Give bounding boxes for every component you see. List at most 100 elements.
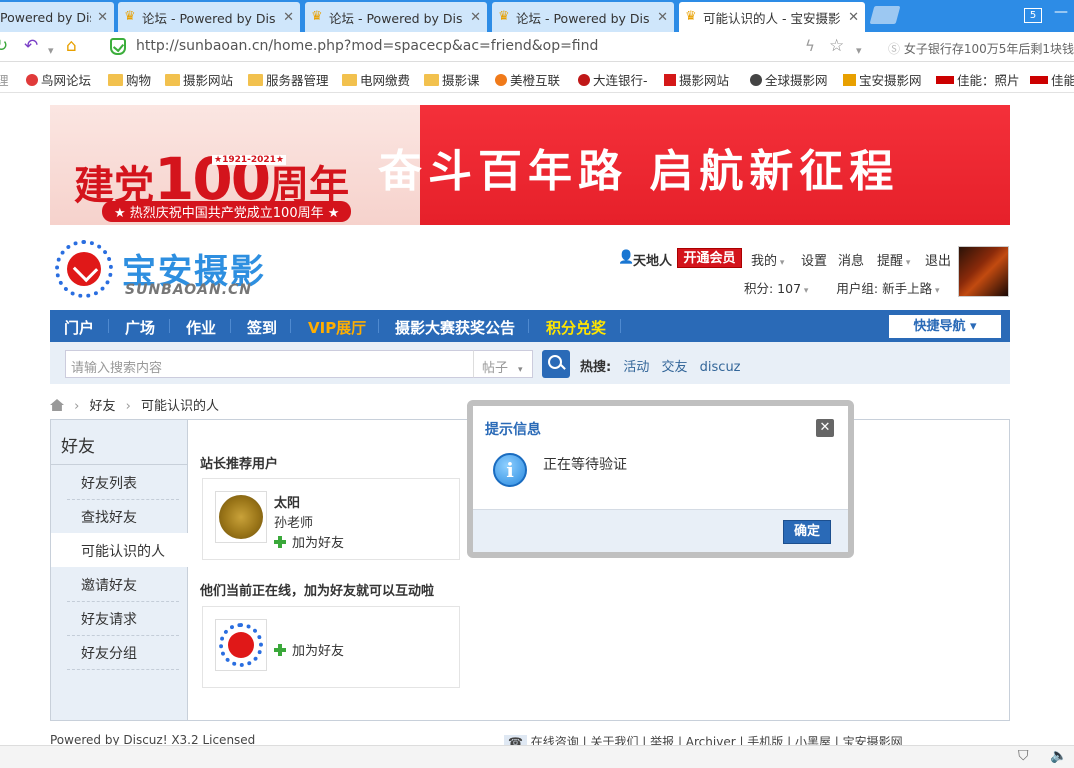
search-engine-icon: Ⓢ: [888, 42, 901, 56]
home-icon[interactable]: ⌂: [66, 36, 77, 56]
close-icon[interactable]: ✕: [657, 10, 668, 25]
nav-vip-gallery[interactable]: VIP展厅: [308, 317, 366, 338]
sidebar-title: 好友: [61, 437, 95, 457]
browser-search-input[interactable]: Ⓢ 女子银行存100万5年后剩1块钱: [888, 36, 1074, 58]
menu-my[interactable]: 我的 ▾: [751, 250, 784, 269]
bookmark-item[interactable]: 购物: [108, 70, 151, 89]
hot-link[interactable]: 交友: [662, 360, 688, 375]
shield-icon[interactable]: ⛉: [1018, 748, 1029, 764]
search-button[interactable]: [542, 350, 570, 378]
menu-messages[interactable]: 消息: [838, 250, 864, 269]
sidebar-item-groups[interactable]: 好友分组: [51, 635, 187, 669]
search-type-select[interactable]: 帖子 ▾: [473, 350, 533, 378]
search-input[interactable]: 请输入搜索内容: [65, 350, 474, 378]
avatar[interactable]: [215, 491, 267, 543]
home-icon[interactable]: [50, 399, 64, 411]
banner-subtitle: ★ 热烈庆祝中国共产党成立100周年 ★: [102, 201, 352, 222]
add-friend-button[interactable]: 加为好友: [274, 532, 344, 551]
vip-button[interactable]: 开通会员: [677, 248, 742, 268]
nav-checkin[interactable]: 签到: [247, 317, 277, 338]
sidebar-item-find-friends[interactable]: 查找好友: [51, 499, 187, 533]
user-stats: 积分: 107 ▾ 用户组: 新手上路 ▾: [744, 281, 940, 296]
lightning-icon[interactable]: ϟ: [805, 36, 815, 56]
menu-logout[interactable]: 退出: [925, 250, 951, 269]
star-icon[interactable]: ☆: [829, 36, 844, 56]
bookmark-item[interactable]: 美橙互联: [495, 70, 560, 89]
banner-years: ★1921-2021★: [212, 155, 286, 165]
browser-status-bar: ⛉ 🔈: [0, 745, 1074, 768]
bookmark-item[interactable]: 佳能: [1030, 70, 1074, 89]
bookmark-item[interactable]: 全球摄影网: [750, 70, 828, 89]
bookmark-item[interactable]: 摄影网站: [165, 70, 233, 89]
username-link[interactable]: 天地人: [633, 250, 672, 269]
online-consult-icon[interactable]: ☎: [504, 735, 527, 745]
close-icon[interactable]: ✕: [848, 10, 859, 25]
usergroup-link[interactable]: 用户组: 新手上路: [836, 281, 932, 296]
search-bar: 请输入搜索内容 帖子 ▾ 热搜: 活动 交友 discuz: [50, 342, 1010, 384]
speaker-icon[interactable]: 🔈: [1050, 748, 1067, 764]
site-logo[interactable]: 宝安摄影 SUNBAOAN.CN: [55, 240, 275, 300]
user-icon: 👤: [618, 250, 635, 265]
close-icon[interactable]: ✕: [470, 10, 481, 25]
bookmark-item[interactable]: 佳能：照片: [936, 70, 1020, 89]
bookmark-item[interactable]: 服务器管理: [248, 70, 329, 89]
close-icon[interactable]: ✕: [816, 419, 834, 437]
close-icon[interactable]: ✕: [97, 10, 108, 25]
nav-points-redeem[interactable]: 积分兑奖: [546, 317, 606, 338]
bookmark-partial[interactable]: 理: [0, 70, 9, 89]
nav-homework[interactable]: 作业: [186, 317, 216, 338]
sidebar-item-invite[interactable]: 邀请好友: [51, 567, 187, 601]
bookmark-item[interactable]: 宝安摄影网: [843, 70, 922, 89]
browser-tab[interactable]: Powered by Dis ✕: [0, 2, 114, 32]
folder-icon: [342, 73, 357, 86]
points-link[interactable]: 积分: 107: [744, 281, 801, 296]
nav-portal[interactable]: 门户: [64, 317, 94, 338]
bookmark-item[interactable]: 摄影网站: [664, 70, 729, 89]
shield-check-icon: [110, 38, 126, 55]
minimize-icon[interactable]: —: [1054, 4, 1068, 20]
bookmark-item[interactable]: 鸟网论坛: [26, 70, 91, 89]
bookmarks-bar: 理 鸟网论坛 购物 摄影网站 服务器管理 电网缴费 摄影课 美橙互联 大连银行-…: [0, 63, 1074, 93]
add-friend-button[interactable]: 加为好友: [274, 640, 344, 659]
browser-tab-bar: Powered by Dis ✕ ♛ 论坛 - Powered by Dis ✕…: [0, 0, 1074, 32]
bookmark-item[interactable]: 大连银行-: [578, 70, 648, 89]
bookmark-item[interactable]: 电网缴费: [342, 70, 410, 89]
tab-title: 论坛 - Powered by Dis: [142, 10, 276, 26]
quick-nav-button[interactable]: 快捷导航 ▾: [889, 315, 1001, 338]
tab-count-badge[interactable]: 5: [1024, 8, 1042, 23]
sidebar-item-may-know[interactable]: 可能认识的人: [51, 533, 188, 567]
menu-reminders[interactable]: 提醒 ▾: [877, 250, 910, 269]
avatar[interactable]: [215, 619, 267, 671]
hot-link[interactable]: discuz: [700, 360, 741, 375]
close-icon[interactable]: ✕: [283, 10, 294, 25]
breadcrumb-friends[interactable]: 好友: [89, 399, 115, 414]
footer-links: ☎ 在线咨询 | 关于我们 | 举报 | Archiver | 手机版 | 小黑…: [504, 733, 1010, 745]
browser-tab[interactable]: ♛ 论坛 - Powered by Dis ✕: [118, 2, 300, 32]
nav-contest-notice[interactable]: 摄影大赛获奖公告: [395, 317, 515, 338]
forum-favicon-icon: ♛: [498, 9, 510, 24]
menu-settings[interactable]: 设置: [801, 250, 827, 269]
sidebar-item-requests[interactable]: 好友请求: [51, 601, 187, 635]
avatar[interactable]: [958, 246, 1009, 297]
browser-tab[interactable]: ♛ 论坛 - Powered by Dis ✕: [492, 2, 674, 32]
browser-tab[interactable]: ♛ 论坛 - Powered by Dis ✕: [305, 2, 487, 32]
user-name-link[interactable]: 太阳: [274, 492, 300, 511]
undo-icon[interactable]: ↶: [24, 36, 38, 56]
sidebar-item-friend-list[interactable]: 好友列表: [51, 465, 187, 499]
browser-tab-active[interactable]: ♛ 可能认识的人 - 宝安摄影 ✕: [679, 2, 865, 32]
tab-title: 论坛 - Powered by Dis: [516, 10, 650, 26]
url-field[interactable]: http://sunbaoan.cn/home.php?mod=spacecp&…: [108, 36, 878, 58]
nav-square[interactable]: 广场: [125, 317, 155, 338]
breadcrumb: › 好友 › 可能认识的人: [50, 395, 219, 414]
hot-link[interactable]: 活动: [623, 360, 649, 375]
plus-icon: [274, 536, 286, 548]
new-tab-button[interactable]: [869, 6, 901, 24]
tab-title: 可能认识的人 - 宝安摄影: [703, 10, 841, 26]
chevron-down-icon[interactable]: ▾: [48, 41, 54, 61]
prompt-dialog: 提示信息 ✕ i 正在等待验证 确定: [467, 400, 854, 558]
bookmark-item[interactable]: 摄影课: [424, 70, 480, 89]
section-title-recommended: 站长推荐用户: [200, 457, 279, 472]
refresh-icon[interactable]: ↻: [0, 36, 8, 56]
chevron-down-icon[interactable]: ▾: [856, 41, 862, 61]
ok-button[interactable]: 确定: [783, 520, 831, 544]
